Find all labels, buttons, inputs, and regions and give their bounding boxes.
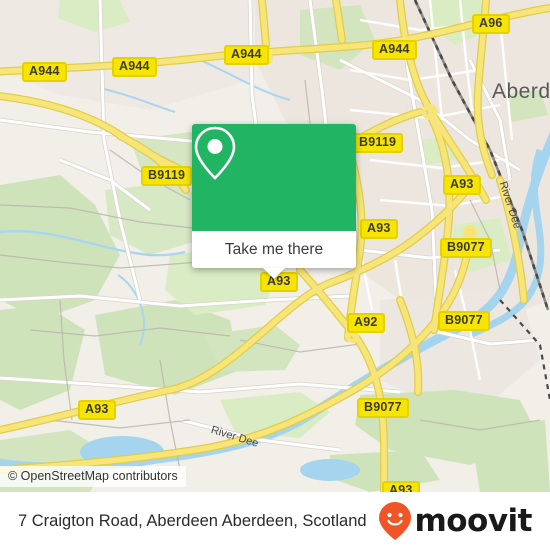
road-shield-b9077: B9077 <box>357 398 409 418</box>
road-shield-a93: A93 <box>443 175 481 195</box>
take-me-there-label: Take me there <box>224 240 324 258</box>
road-shield-a944: A944 <box>372 40 417 60</box>
callout-icon-area <box>192 124 356 231</box>
road-shield-a944: A944 <box>112 57 157 77</box>
callout-pointer-tail <box>263 268 285 279</box>
road-shield-a93: A93 <box>382 481 420 492</box>
road-shield-a944: A944 <box>22 62 67 82</box>
address-label: 7 Craigton Road, Aberdeen Aberdeen, Scot… <box>18 511 367 530</box>
map-attribution[interactable]: © OpenStreetMap contributors <box>0 466 186 487</box>
city-label: Aberd <box>492 80 550 103</box>
road-shield-a92: A92 <box>347 313 385 333</box>
moovit-wordmark: moovit <box>414 502 532 539</box>
road-shield-b9077: B9077 <box>438 311 490 331</box>
road-shield-b9077: B9077 <box>440 238 492 258</box>
destination-callout-card[interactable]: Take me there <box>192 124 356 279</box>
road-shield-b9119: B9119 <box>141 166 193 186</box>
moovit-pin-smiley-icon <box>379 502 412 540</box>
moovit-logo[interactable]: moovit <box>378 501 532 541</box>
take-me-there-button[interactable]: Take me there <box>192 231 356 268</box>
road-shield-b9119: B9119 <box>352 133 404 153</box>
map-canvas[interactable]: Aberd River Dee River Dee A944 A944 A944… <box>0 0 550 492</box>
location-pin-icon <box>194 126 236 180</box>
road-shield-a93: A93 <box>78 400 116 420</box>
footer-bar: 7 Craigton Road, Aberdeen Aberdeen, Scot… <box>0 492 550 550</box>
road-shield-a944: A944 <box>224 45 269 65</box>
map-screenshot-page: Aberd River Dee River Dee A944 A944 A944… <box>0 0 550 550</box>
road-shield-a93: A93 <box>360 219 398 239</box>
road-shield-a96: A96 <box>472 14 510 34</box>
